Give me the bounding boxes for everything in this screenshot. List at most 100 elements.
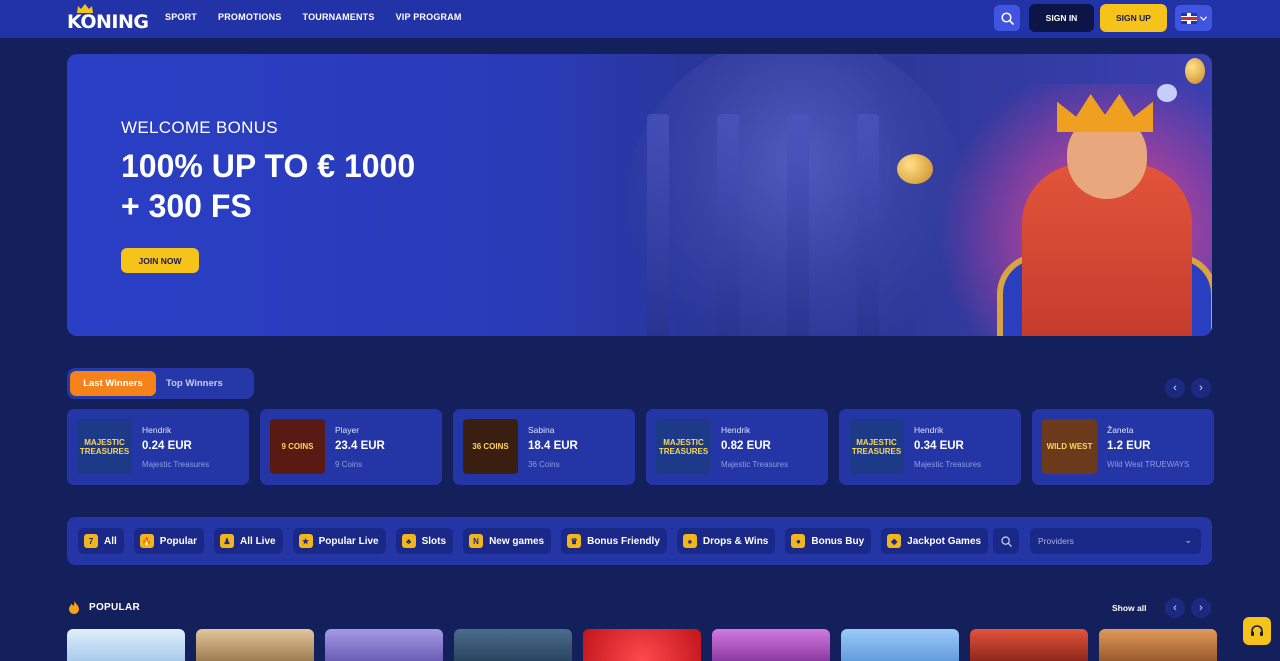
chevron-down-icon — [1199, 15, 1207, 21]
chevron-right-icon: › — [1199, 602, 1203, 614]
cherry-icon: ♣ — [401, 534, 416, 548]
winner-name: Sabina — [528, 425, 555, 435]
winners-next-button[interactable]: › — [1191, 378, 1211, 398]
chevron-left-icon: ‹ — [1173, 602, 1177, 614]
winner-amount: 18.4 EUR — [528, 440, 578, 452]
tab-last-winners[interactable]: Last Winners — [70, 371, 156, 396]
winner-name: Hendrik — [914, 425, 944, 435]
winner-card[interactable]: 36 COINS Sabina 18.4 EUR 36 Coins — [453, 409, 635, 485]
winner-name: Player — [335, 425, 360, 435]
category-new-games[interactable]: N New games — [463, 528, 552, 554]
game-thumbnail: MAJESTIC TREASURES — [849, 419, 904, 474]
category-label: Popular — [159, 535, 198, 547]
category-label: All Live — [240, 535, 276, 547]
game-tile[interactable] — [67, 629, 185, 661]
winner-card[interactable]: MAJESTIC TREASURES Hendrik 0.34 EUR Maje… — [839, 409, 1021, 485]
category-popular[interactable]: 🔥 Popular — [133, 528, 205, 554]
search-icon — [1000, 535, 1012, 547]
game-thumbnail: 9 COINS — [270, 419, 325, 474]
winner-amount: 0.34 EUR — [914, 440, 964, 452]
popular-title: POPULAR — [89, 601, 140, 613]
popular-prev-button[interactable]: ‹ — [1165, 598, 1185, 618]
winner-game: Majestic Treasures — [721, 460, 789, 469]
winner-name: Hendrik — [721, 425, 751, 435]
fs-badge-art: FS — [987, 334, 1050, 336]
winners-tabs: Last Winners Top Winners — [67, 368, 254, 399]
winner-name: Žaneta — [1107, 425, 1134, 435]
sign-up-button[interactable]: SIGN UP — [1100, 4, 1167, 32]
tab-top-winners[interactable]: Top Winners — [166, 378, 223, 389]
game-tile[interactable] — [454, 629, 572, 661]
header-search-button[interactable] — [994, 5, 1020, 31]
game-tile[interactable] — [712, 629, 830, 661]
winner-card[interactable]: 9 COINS Player 23.4 EUR 9 Coins — [260, 409, 442, 485]
game-thumbnail: WILD WEST — [1042, 419, 1097, 474]
category-bonus-buy[interactable]: ● Bonus Buy — [785, 528, 872, 554]
category-label: Bonus Friendly — [587, 535, 660, 547]
winners-prev-button[interactable]: ‹ — [1165, 378, 1185, 398]
category-jackpot-games[interactable]: ◆ Jackpot Games — [881, 528, 989, 554]
nav-sport[interactable]: SPORT — [165, 12, 197, 22]
top-header: KONING SPORT PROMOTIONS TOURNAMENTS VIP … — [0, 0, 1280, 38]
winner-amount: 0.82 EUR — [721, 440, 771, 452]
winner-card[interactable]: MAJESTIC TREASURES Hendrik 0.24 EUR Maje… — [67, 409, 249, 485]
popular-games-row — [67, 629, 1217, 661]
category-label: New games — [489, 535, 545, 547]
category-label: Bonus Buy — [811, 535, 865, 547]
pillar-art — [717, 114, 739, 336]
join-now-button[interactable]: JOIN NOW — [121, 248, 199, 273]
winner-game: 36 Coins — [528, 460, 560, 469]
winner-game: Wild West TRUEWAYS — [1107, 460, 1190, 469]
game-thumbnail: MAJESTIC TREASURES — [77, 419, 132, 474]
category-slots[interactable]: ♣ Slots — [395, 528, 454, 554]
category-all[interactable]: 7 All — [78, 528, 124, 554]
flame-icon — [69, 600, 79, 614]
winner-card[interactable]: WILD WEST Žaneta 1.2 EUR Wild West TRUEW… — [1032, 409, 1214, 485]
language-selector[interactable] — [1175, 5, 1212, 31]
hero-subtitle: WELCOME BONUS — [121, 118, 278, 137]
gift-icon: ♛ — [567, 534, 582, 548]
category-popular-live[interactable]: ★ Popular Live — [292, 528, 386, 554]
winner-amount: 0.24 EUR — [142, 440, 192, 452]
nav-vip-program[interactable]: VIP PROGRAM — [396, 12, 462, 22]
winner-game: 9 Coins — [335, 460, 363, 469]
category-label: All — [104, 535, 117, 547]
game-tile[interactable] — [583, 629, 701, 661]
all-icon: 7 — [84, 534, 98, 548]
nav-tournaments[interactable]: TOURNAMENTS — [303, 12, 375, 22]
chevron-left-icon: ‹ — [1173, 382, 1177, 394]
search-icon — [1000, 11, 1014, 25]
dealer-icon: ♟ — [220, 534, 235, 548]
crown-icon — [77, 4, 93, 13]
game-tile[interactable] — [196, 629, 314, 661]
chevron-down-icon: ⌄ — [1184, 535, 1192, 545]
providers-dropdown[interactable]: Providers ⌄ — [1030, 528, 1201, 554]
support-chat-button[interactable] — [1243, 617, 1271, 645]
category-bonus-friendly[interactable]: ♛ Bonus Friendly — [561, 528, 667, 554]
category-all-live[interactable]: ♟ All Live — [214, 528, 283, 554]
hero-title-line2: + 300 FS — [121, 188, 252, 224]
logo[interactable]: KONING — [67, 4, 149, 34]
category-list: 7 All 🔥 Popular ♟ All Live ★ Popular Live ♣ S… — [78, 528, 1045, 554]
game-tile[interactable] — [841, 629, 959, 661]
winner-game: Majestic Treasures — [914, 460, 982, 469]
nav-promotions[interactable]: PROMOTIONS — [218, 12, 282, 22]
winner-card[interactable]: MAJESTIC TREASURES Hendrik 0.82 EUR Maje… — [646, 409, 828, 485]
game-tile[interactable] — [1099, 629, 1217, 661]
game-tile[interactable] — [970, 629, 1088, 661]
game-tile[interactable] — [325, 629, 443, 661]
category-label: Popular Live — [318, 535, 379, 547]
popular-section-title: POPULAR — [68, 600, 140, 614]
sign-in-button[interactable]: SIGN IN — [1029, 4, 1094, 32]
category-drops-wins[interactable]: ♠ Drops & Wins — [676, 528, 776, 554]
popular-next-button[interactable]: › — [1191, 598, 1211, 618]
live-dealer-icon: ★ — [298, 534, 313, 548]
new-icon: N — [469, 534, 484, 548]
hero-title-line1: 100% UP TO € 1000 — [121, 148, 416, 184]
winner-name: Hendrik — [142, 425, 172, 435]
game-thumbnail: MAJESTIC TREASURES — [656, 419, 711, 474]
pillar-art — [857, 114, 879, 336]
show-all-link[interactable]: Show all — [1112, 603, 1146, 613]
game-search-button[interactable] — [993, 528, 1019, 554]
coin-art — [897, 154, 933, 184]
